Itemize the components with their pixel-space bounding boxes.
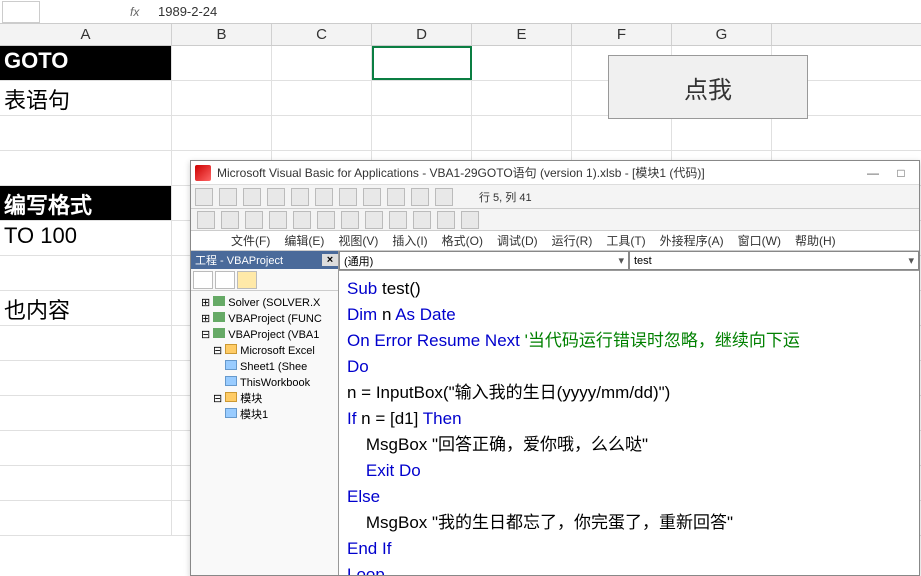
cell-a8[interactable]: 也内容 bbox=[0, 291, 172, 325]
cursor-position: 行 5, 列 41 bbox=[479, 189, 532, 205]
formula-input[interactable]: 1989-2-24 bbox=[152, 4, 921, 19]
toolbar-btn[interactable] bbox=[317, 211, 335, 229]
menu-window[interactable]: 窗口(W) bbox=[738, 232, 781, 249]
col-header-g[interactable]: G bbox=[672, 24, 772, 45]
project-explorer: 工程 - VBAProject × ⊞ Solver (SOLVER.X ⊞ V… bbox=[191, 251, 339, 575]
run-button[interactable]: 点我 bbox=[608, 55, 808, 119]
col-header-d[interactable]: D bbox=[372, 24, 472, 45]
proj-btn[interactable] bbox=[193, 271, 213, 289]
toolbar-btn[interactable] bbox=[291, 188, 309, 206]
col-header-f[interactable]: F bbox=[572, 24, 672, 45]
toolbar-btn[interactable] bbox=[363, 188, 381, 206]
toolbar-btn[interactable] bbox=[197, 211, 215, 229]
toolbar-btn[interactable] bbox=[387, 188, 405, 206]
menu-tools[interactable]: 工具(T) bbox=[606, 232, 645, 249]
vba-menubar: 文件(F) 编辑(E) 视图(V) 插入(I) 格式(O) 调试(D) 运行(R… bbox=[191, 231, 919, 251]
menu-help[interactable]: 帮助(H) bbox=[795, 232, 836, 249]
cell-a5[interactable]: 编写格式 bbox=[0, 186, 172, 220]
cell-a1[interactable]: GOTO bbox=[0, 46, 172, 80]
toolbar-btn[interactable] bbox=[195, 188, 213, 206]
code-editor[interactable]: Sub test() Dim n As Date On Error Resume… bbox=[339, 271, 919, 575]
toolbar-btn[interactable] bbox=[435, 188, 453, 206]
vba-editor-window: Microsoft Visual Basic for Applications … bbox=[190, 160, 920, 576]
toolbar-btn[interactable] bbox=[269, 211, 287, 229]
proj-btn[interactable] bbox=[215, 271, 235, 289]
menu-debug[interactable]: 调试(D) bbox=[497, 232, 538, 249]
minimize-icon[interactable]: — bbox=[859, 166, 887, 180]
menu-insert[interactable]: 插入(I) bbox=[392, 232, 427, 249]
toolbar-btn[interactable] bbox=[245, 211, 263, 229]
close-panel-icon[interactable]: × bbox=[322, 254, 338, 266]
maximize-icon[interactable]: □ bbox=[887, 166, 915, 180]
code-panel: (通用)▾ test▾ Sub test() Dim n As Date On … bbox=[339, 251, 919, 575]
vba-toolbar-1: 行 5, 列 41 bbox=[191, 185, 919, 209]
project-explorer-title: 工程 - VBAProject × bbox=[191, 251, 338, 269]
toolbar-btn[interactable] bbox=[411, 188, 429, 206]
vba-app-icon bbox=[195, 165, 211, 181]
menu-icon[interactable] bbox=[201, 234, 217, 248]
toolbar-btn[interactable] bbox=[221, 211, 239, 229]
name-box[interactable] bbox=[2, 1, 40, 23]
vba-title-text: Microsoft Visual Basic for Applications … bbox=[217, 164, 859, 181]
vba-titlebar[interactable]: Microsoft Visual Basic for Applications … bbox=[191, 161, 919, 185]
proj-btn[interactable] bbox=[237, 271, 257, 289]
col-header-e[interactable]: E bbox=[472, 24, 572, 45]
toolbar-btn[interactable] bbox=[437, 211, 455, 229]
menu-format[interactable]: 格式(O) bbox=[442, 232, 483, 249]
vba-toolbar-2 bbox=[191, 209, 919, 231]
fx-icon[interactable]: fx bbox=[130, 5, 152, 19]
project-tree[interactable]: ⊞ Solver (SOLVER.X ⊞ VBAProject (FUNC ⊟ … bbox=[191, 291, 338, 575]
menu-edit[interactable]: 编辑(E) bbox=[284, 232, 324, 249]
toolbar-btn[interactable] bbox=[219, 188, 237, 206]
col-header-a[interactable]: A bbox=[0, 24, 172, 45]
object-dropdown[interactable]: (通用)▾ bbox=[339, 251, 629, 270]
toolbar-btn[interactable] bbox=[365, 211, 383, 229]
toolbar-btn[interactable] bbox=[339, 188, 357, 206]
toolbar-btn[interactable] bbox=[315, 188, 333, 206]
chevron-down-icon: ▾ bbox=[618, 254, 624, 267]
toolbar-btn[interactable] bbox=[389, 211, 407, 229]
col-header-b[interactable]: B bbox=[172, 24, 272, 45]
toolbar-btn[interactable] bbox=[341, 211, 359, 229]
toolbar-btn[interactable] bbox=[293, 211, 311, 229]
menu-addins[interactable]: 外接程序(A) bbox=[660, 232, 724, 249]
menu-view[interactable]: 视图(V) bbox=[338, 232, 378, 249]
active-cell-d1[interactable] bbox=[372, 46, 472, 80]
toolbar-btn[interactable] bbox=[243, 188, 261, 206]
cell-a6[interactable]: TO 100 bbox=[0, 221, 172, 255]
procedure-dropdown[interactable]: test▾ bbox=[629, 251, 919, 270]
cell-a2[interactable]: 表语句 bbox=[0, 81, 172, 115]
toolbar-btn[interactable] bbox=[267, 188, 285, 206]
formula-bar: fx 1989-2-24 bbox=[0, 0, 921, 24]
toolbar-btn[interactable] bbox=[413, 211, 431, 229]
chevron-down-icon: ▾ bbox=[908, 254, 914, 267]
menu-file[interactable]: 文件(F) bbox=[231, 232, 270, 249]
col-header-c[interactable]: C bbox=[272, 24, 372, 45]
toolbar-btn[interactable] bbox=[461, 211, 479, 229]
column-headers: A B C D E F G bbox=[0, 24, 921, 46]
menu-run[interactable]: 运行(R) bbox=[552, 232, 593, 249]
